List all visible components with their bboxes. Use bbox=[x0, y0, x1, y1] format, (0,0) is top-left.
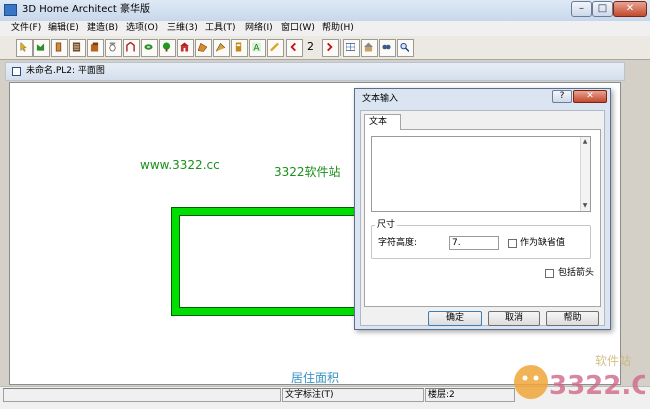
text-area-scrollbar[interactable] bbox=[580, 137, 590, 211]
layer-icon[interactable] bbox=[231, 39, 248, 57]
status-floor: 楼层:2 bbox=[425, 388, 515, 402]
maximize-button[interactable]: □ bbox=[592, 1, 613, 17]
arrow-checkbox-label[interactable]: 包括箭头 bbox=[558, 268, 594, 279]
materials-icon[interactable] bbox=[213, 39, 230, 57]
menu-edit[interactable]: 编辑(E) bbox=[48, 23, 79, 34]
default-checkbox-label[interactable]: 作为缺省值 bbox=[520, 238, 565, 249]
app-icon bbox=[4, 4, 17, 16]
char-height-input[interactable]: 7. bbox=[449, 236, 499, 250]
cabinet-icon[interactable] bbox=[87, 39, 104, 57]
tab-text[interactable]: 文本 bbox=[364, 114, 401, 130]
help-button[interactable]: 帮助 bbox=[546, 311, 599, 326]
dimension-icon[interactable] bbox=[267, 39, 284, 57]
fixture-icon[interactable] bbox=[105, 39, 122, 57]
menu-help[interactable]: 帮助(H) bbox=[322, 23, 354, 34]
document-title: 未命名.PL2: 平面图 bbox=[26, 66, 105, 76]
document-icon bbox=[12, 67, 21, 76]
toolbar-separator bbox=[340, 39, 341, 56]
scroll-up-icon[interactable]: ▲ bbox=[580, 138, 590, 146]
text-icon[interactable]: A bbox=[249, 39, 266, 57]
stairs-icon[interactable] bbox=[177, 39, 194, 57]
text-input-area[interactable] bbox=[371, 136, 591, 212]
minimize-button[interactable]: – bbox=[571, 1, 592, 17]
toolbar: A 2 bbox=[0, 36, 650, 60]
door-icon[interactable] bbox=[51, 39, 68, 57]
zoom-icon[interactable] bbox=[397, 39, 414, 57]
url-watermark-text: www.3322.cc bbox=[140, 158, 220, 172]
ok-button[interactable]: 确定 bbox=[428, 311, 482, 326]
building-outline[interactable] bbox=[172, 208, 372, 315]
menu-tools[interactable]: 工具(T) bbox=[205, 23, 236, 34]
default-checkbox[interactable] bbox=[508, 239, 517, 248]
dialog-close-button[interactable]: ✕ bbox=[573, 90, 607, 103]
furniture-icon[interactable] bbox=[123, 39, 140, 57]
next-page-icon[interactable] bbox=[322, 39, 339, 57]
prev-page-icon[interactable] bbox=[286, 39, 303, 57]
cancel-button[interactable]: 取消 bbox=[488, 311, 540, 326]
close-button[interactable]: ✕ bbox=[613, 1, 647, 17]
electrical-icon[interactable] bbox=[141, 39, 158, 57]
page-number: 2 bbox=[307, 40, 314, 53]
select-arrow-icon[interactable] bbox=[16, 39, 33, 57]
floor-plan-view-icon[interactable] bbox=[343, 39, 360, 57]
menu-file[interactable]: 文件(F) bbox=[11, 23, 41, 34]
menu-bar: 文件(F) 编辑(E) 建造(B) 选项(O) 三维(3) 工具(T) 网络(I… bbox=[0, 21, 650, 36]
char-height-label: 字符高度: bbox=[378, 238, 418, 248]
menu-3d[interactable]: 三维(3) bbox=[167, 23, 198, 34]
window-icon[interactable] bbox=[69, 39, 86, 57]
svg-text:A: A bbox=[253, 44, 260, 52]
status-mode: 文字标注(T) bbox=[282, 388, 424, 402]
living-area-label: 居住面积 bbox=[291, 371, 340, 385]
menu-window[interactable]: 窗口(W) bbox=[281, 23, 315, 34]
menu-options[interactable]: 选项(O) bbox=[126, 23, 158, 34]
menu-network[interactable]: 网络(I) bbox=[245, 23, 273, 34]
elevation-view-icon[interactable] bbox=[361, 39, 378, 57]
size-group-label: 尺寸 bbox=[375, 220, 398, 230]
camera-view-icon[interactable] bbox=[379, 39, 396, 57]
menu-build[interactable]: 建造(B) bbox=[87, 23, 118, 34]
dialog-help-icon[interactable]: ? bbox=[552, 90, 572, 103]
roof-icon[interactable] bbox=[195, 39, 212, 57]
window-title: 3D Home Architect 豪华版 bbox=[22, 4, 150, 15]
watermark-text: 软件站 bbox=[595, 354, 632, 368]
watermark-logo-text: 3322.CC bbox=[549, 371, 645, 401]
arrow-checkbox[interactable] bbox=[545, 269, 554, 278]
dialog-title: 文本输入 bbox=[362, 94, 399, 104]
site-label-text: 3322软件站 bbox=[274, 165, 341, 179]
plant-icon[interactable] bbox=[159, 39, 176, 57]
status-cell-empty bbox=[3, 388, 281, 402]
wall-icon[interactable] bbox=[33, 39, 50, 57]
scroll-down-icon[interactable]: ▼ bbox=[580, 202, 590, 210]
